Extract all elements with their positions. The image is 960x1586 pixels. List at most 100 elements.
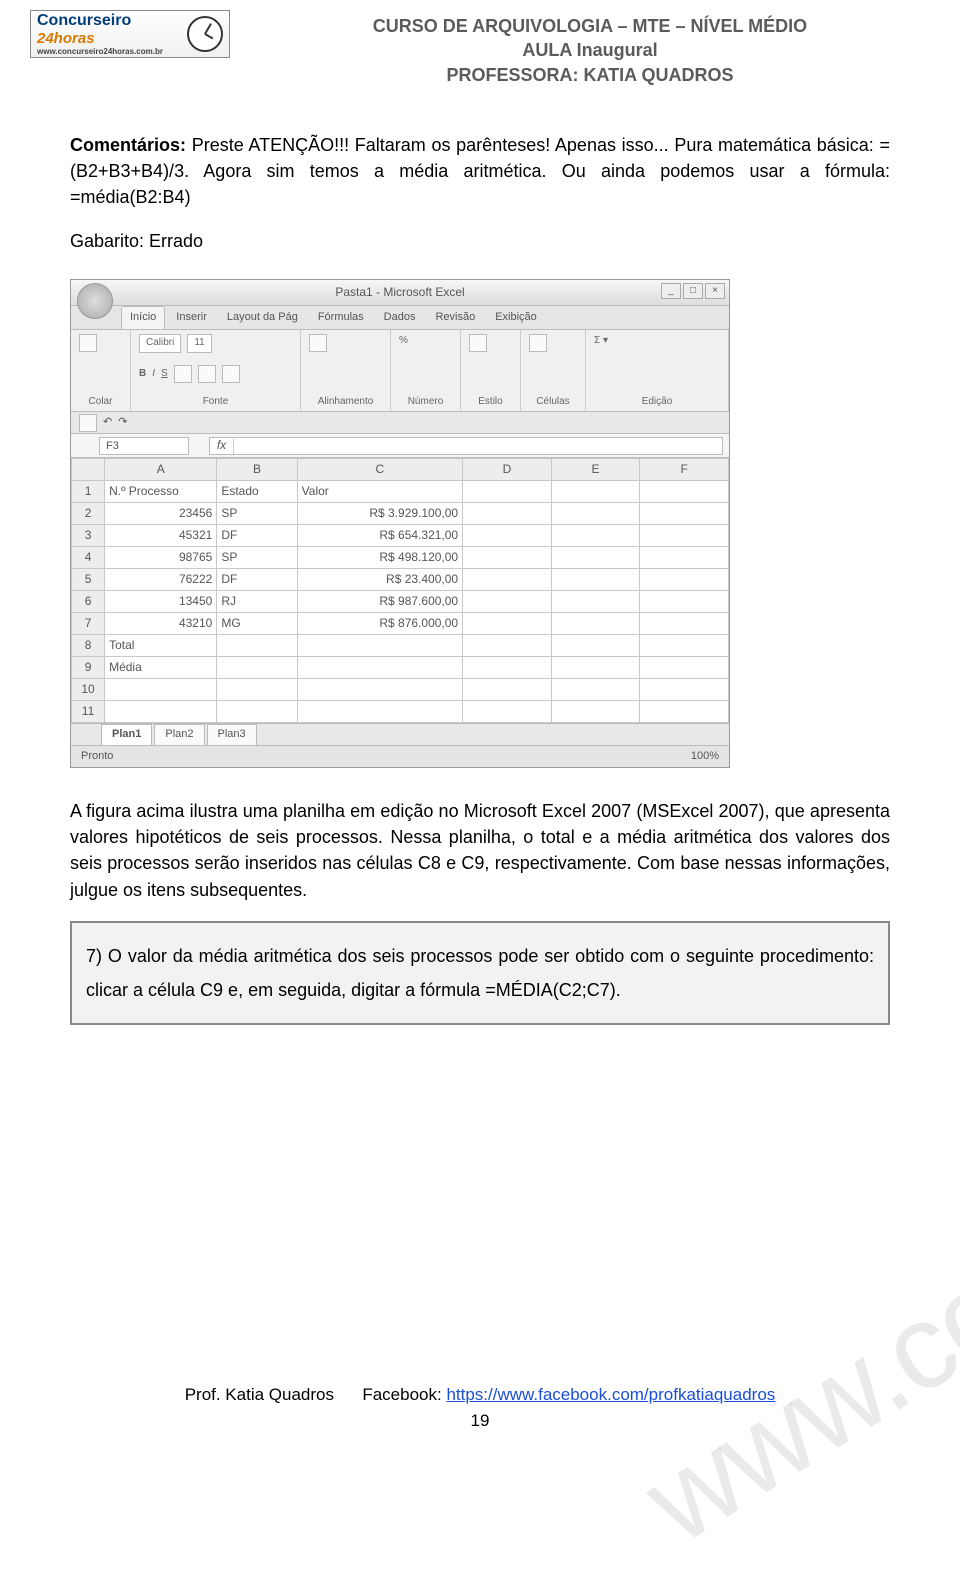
cell[interactable] [463,481,552,503]
cell[interactable] [463,591,552,613]
cell[interactable] [463,547,552,569]
cell[interactable]: R$ 876.000,00 [297,613,462,635]
spreadsheet-grid[interactable]: A B C D E F 1N.º ProcessoEstadoValor2234… [71,458,729,723]
border-icon[interactable] [174,365,192,383]
cell[interactable]: 45321 [105,525,217,547]
cell[interactable] [463,613,552,635]
font-name[interactable]: Calibri [139,334,181,353]
cell[interactable] [463,635,552,657]
cell[interactable] [640,701,729,723]
formula-bar[interactable]: fx [209,437,723,455]
cell[interactable] [297,701,462,723]
row-header[interactable]: 10 [72,679,105,701]
row-header[interactable]: 2 [72,503,105,525]
tab-layout[interactable]: Layout da Pág [218,306,307,329]
cell[interactable] [463,701,552,723]
cell[interactable]: RJ [217,591,297,613]
select-all-corner[interactable] [72,459,105,481]
underline-icon[interactable]: S [161,367,168,382]
cell[interactable] [105,679,217,701]
cell[interactable] [297,679,462,701]
cell[interactable]: R$ 498.120,00 [297,547,462,569]
cell[interactable] [640,525,729,547]
redo-icon[interactable]: ↷ [118,415,127,431]
cell[interactable]: R$ 23.400,00 [297,569,462,591]
cell[interactable] [297,635,462,657]
row-header[interactable]: 8 [72,635,105,657]
sheet-tab[interactable]: Plan2 [154,724,204,745]
cell[interactable] [640,591,729,613]
tab-formulas[interactable]: Fórmulas [309,306,373,329]
cell[interactable]: N.º Processo [105,481,217,503]
percent-icon[interactable]: % [399,334,408,349]
cell[interactable] [105,701,217,723]
row-header[interactable]: 11 [72,701,105,723]
col-header[interactable]: F [640,459,729,481]
sheet-tab[interactable]: Plan1 [101,724,152,745]
cell[interactable] [463,525,552,547]
cell[interactable] [640,503,729,525]
cell[interactable]: 13450 [105,591,217,613]
col-header[interactable]: E [551,459,640,481]
cell[interactable] [297,657,462,679]
cell[interactable] [217,657,297,679]
cell[interactable] [463,503,552,525]
tab-revisao[interactable]: Revisão [426,306,484,329]
cell[interactable] [551,635,640,657]
cell[interactable]: R$ 654.321,00 [297,525,462,547]
facebook-link[interactable]: https://www.facebook.com/profkatiaquadro… [446,1385,775,1404]
undo-icon[interactable]: ↶ [103,415,112,431]
cell[interactable] [463,657,552,679]
cell[interactable]: Estado [217,481,297,503]
fill-color-icon[interactable] [198,365,216,383]
cell[interactable] [640,547,729,569]
cell[interactable] [640,679,729,701]
cell[interactable] [551,525,640,547]
cell[interactable] [640,657,729,679]
font-color-icon[interactable] [222,365,240,383]
cell[interactable]: SP [217,503,297,525]
align-icon[interactable] [309,334,327,352]
cell[interactable]: SP [217,547,297,569]
cell[interactable] [551,701,640,723]
cells-icon[interactable] [529,334,547,352]
cell[interactable]: Média [105,657,217,679]
close-icon[interactable]: × [705,283,725,299]
font-size[interactable]: 11 [187,334,211,353]
styles-icon[interactable] [469,334,487,352]
save-icon[interactable] [79,414,97,432]
fx-icon[interactable]: fx [210,437,234,454]
cell[interactable] [551,547,640,569]
cell[interactable] [551,481,640,503]
cell[interactable] [551,613,640,635]
cell[interactable]: DF [217,525,297,547]
cell[interactable] [551,591,640,613]
cell[interactable]: R$ 3.929.100,00 [297,503,462,525]
cell[interactable] [217,679,297,701]
tab-inicio[interactable]: Início [121,306,165,329]
bold-icon[interactable]: B [139,367,146,382]
cell[interactable] [217,635,297,657]
cell[interactable]: 23456 [105,503,217,525]
cell[interactable] [551,657,640,679]
cell[interactable]: Total [105,635,217,657]
tab-dados[interactable]: Dados [375,306,425,329]
cell[interactable] [463,569,552,591]
row-header[interactable]: 9 [72,657,105,679]
italic-icon[interactable]: I [152,367,155,382]
cell[interactable] [463,679,552,701]
row-header[interactable]: 1 [72,481,105,503]
cell[interactable]: Valor [297,481,462,503]
cell[interactable] [551,679,640,701]
sheet-tab[interactable]: Plan3 [207,724,257,745]
row-header[interactable]: 3 [72,525,105,547]
cell[interactable] [551,569,640,591]
col-header[interactable]: C [297,459,462,481]
cell[interactable] [551,503,640,525]
office-orb-icon[interactable] [77,283,113,319]
cell[interactable]: MG [217,613,297,635]
cell[interactable] [640,481,729,503]
col-header[interactable]: D [463,459,552,481]
tab-exibicao[interactable]: Exibição [486,306,546,329]
paste-icon[interactable] [79,334,97,352]
